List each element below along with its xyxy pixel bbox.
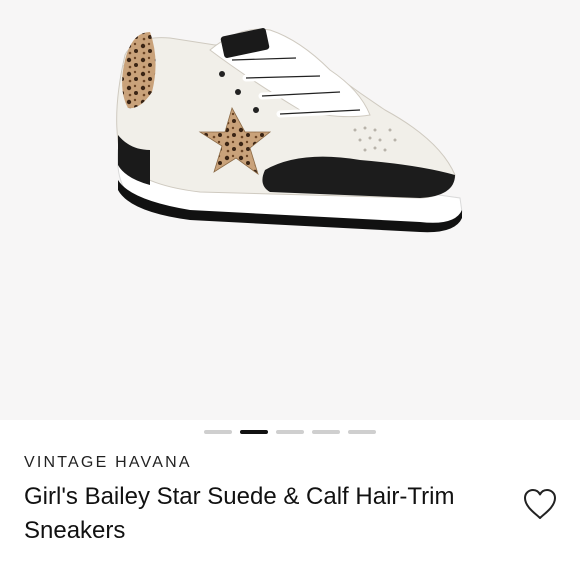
heart-outline-icon (524, 489, 556, 519)
carousel-indicator (0, 430, 580, 436)
favorite-button[interactable] (520, 484, 560, 524)
product-title: Girl's Bailey Star Suede & Calf Hair-Tri… (24, 483, 455, 544)
brand-name[interactable]: VINTAGE HAVANA (24, 454, 192, 472)
carousel-dot-active[interactable] (240, 430, 268, 434)
carousel-dot[interactable] (204, 430, 232, 434)
product-image[interactable] (0, 0, 580, 420)
sneaker-illustration (116, 28, 463, 233)
carousel-dot[interactable] (312, 430, 340, 434)
carousel-dot[interactable] (348, 430, 376, 434)
carousel-dot[interactable] (276, 430, 304, 434)
